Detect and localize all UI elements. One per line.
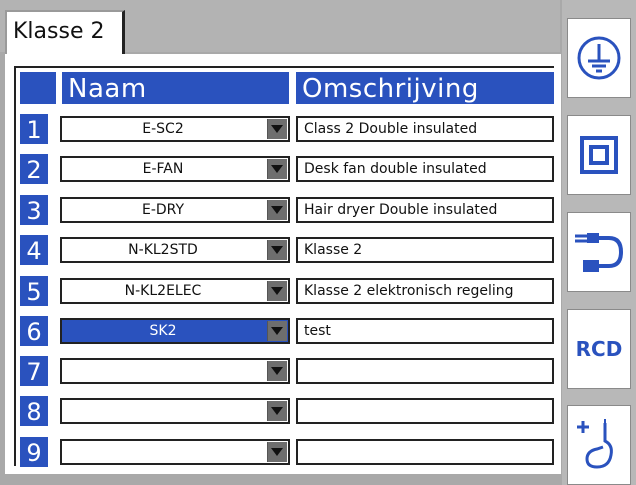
dropdown-arrow-icon[interactable] — [267, 119, 287, 139]
naam-value: N-KL2STD — [128, 242, 198, 258]
dropdown-arrow-icon[interactable] — [267, 442, 287, 462]
naam-value: E-DRY — [141, 202, 185, 218]
naam-value: E-FAN — [142, 161, 184, 177]
row-number: 7 — [20, 356, 48, 386]
row-number: 4 — [20, 235, 48, 265]
row-number: 9 — [20, 437, 48, 467]
naam-dropdown[interactable] — [60, 398, 290, 424]
naam-value — [62, 360, 264, 382]
earth-ground-icon — [577, 36, 621, 80]
naam-value: SK2 — [149, 323, 177, 339]
naam-value — [62, 441, 264, 463]
rcd-label: RCD — [575, 337, 623, 361]
naam-dropdown[interactable]: E-DRY — [60, 197, 290, 223]
omschrijving-field[interactable]: Desk fan double insulated — [296, 156, 554, 182]
dropdown-arrow-icon[interactable] — [267, 240, 287, 260]
omschrijving-field[interactable]: Klasse 2 — [296, 237, 554, 263]
dropdown-arrow-icon[interactable] — [267, 281, 287, 301]
add-probe-icon — [577, 419, 613, 469]
naam-dropdown[interactable] — [60, 358, 290, 384]
dropdown-arrow-icon[interactable] — [267, 321, 287, 341]
naam-dropdown[interactable]: N-KL2ELEC — [60, 278, 290, 304]
earth-ground-button[interactable] — [567, 18, 631, 98]
naam-value: N-KL2ELEC — [124, 283, 202, 299]
naam-dropdown[interactable]: E-FAN — [60, 156, 290, 182]
dropdown-arrow-icon[interactable] — [267, 361, 287, 381]
omschrijving-field[interactable]: test — [296, 318, 554, 344]
row-number: 8 — [20, 396, 48, 426]
header-corner — [20, 72, 56, 104]
dropdown-arrow-icon[interactable] — [267, 159, 287, 179]
extension-cord-icon — [575, 233, 624, 272]
column-header-naam: Naam — [62, 72, 289, 104]
row-number: 2 — [20, 154, 48, 184]
omschrijving-field[interactable] — [296, 439, 554, 465]
naam-dropdown[interactable]: N-KL2STD — [60, 237, 290, 263]
row-number: 6 — [20, 316, 48, 346]
dropdown-arrow-icon[interactable] — [267, 200, 287, 220]
row-number: 1 — [20, 114, 48, 144]
tab-klasse-2[interactable]: Klasse 2 — [5, 10, 125, 56]
double-insulated-button[interactable] — [567, 115, 631, 195]
dropdown-arrow-icon[interactable] — [267, 401, 287, 421]
row-number: 3 — [20, 195, 48, 225]
naam-dropdown-selected[interactable]: SK2 — [60, 318, 290, 344]
naam-dropdown[interactable] — [60, 439, 290, 465]
row-number: 5 — [20, 276, 48, 306]
add-probe-button[interactable] — [567, 405, 631, 485]
omschrijving-field[interactable]: Klasse 2 elektronisch regeling — [296, 278, 554, 304]
omschrijving-field[interactable]: Class 2 Double insulated — [296, 116, 554, 142]
extension-cord-button[interactable] — [567, 212, 631, 292]
rcd-button[interactable]: RCD — [567, 309, 631, 389]
omschrijving-field[interactable] — [296, 358, 554, 384]
double-insulated-icon — [580, 136, 618, 174]
naam-value — [62, 400, 264, 422]
omschrijving-field[interactable]: Hair dryer Double insulated — [296, 197, 554, 223]
omschrijving-field[interactable] — [296, 398, 554, 424]
column-header-omschrijving: Omschrijving — [296, 72, 554, 104]
naam-dropdown[interactable]: E-SC2 — [60, 116, 290, 142]
naam-value: E-SC2 — [142, 121, 184, 137]
